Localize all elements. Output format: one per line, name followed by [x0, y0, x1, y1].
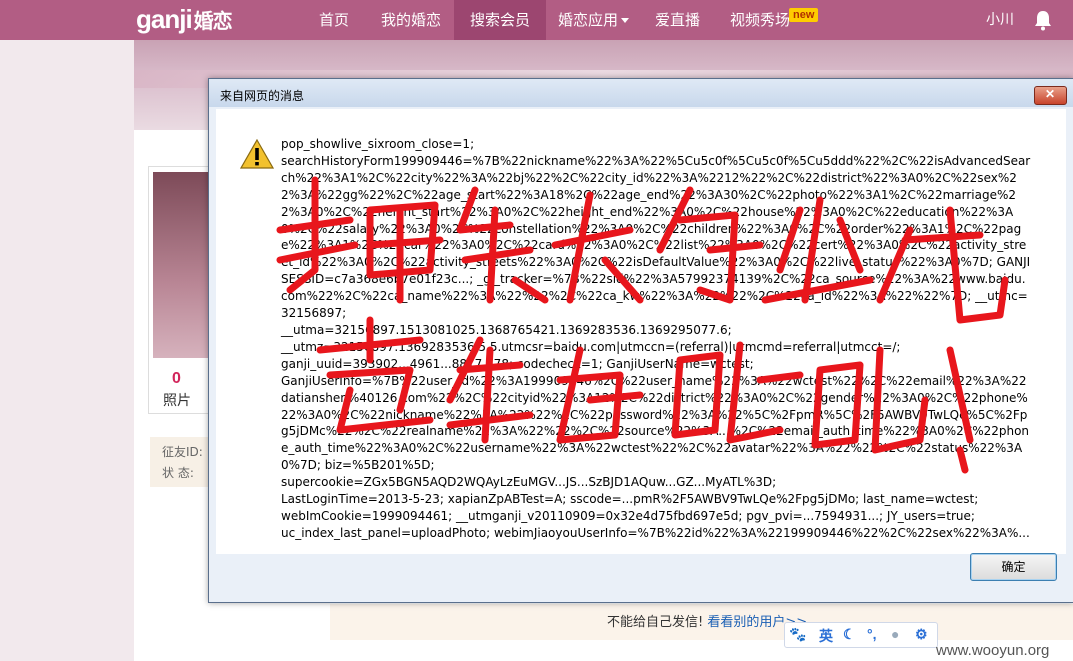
ime-toolbar[interactable]: 🐾 英 ☾ °, ● ⚙ [784, 622, 938, 648]
avatar[interactable] [153, 172, 209, 358]
nav-item-home[interactable]: 首页 [319, 0, 349, 40]
nav-item-my-dating[interactable]: 我的婚恋 [381, 0, 441, 40]
dialog-titlebar[interactable] [209, 79, 1073, 107]
gear-icon[interactable]: ⚙ [915, 626, 928, 643]
nav-item-dating-apps[interactable]: 婚恋应用 [558, 0, 630, 40]
member-id-label: 征友ID: [162, 445, 203, 459]
nav-item-live[interactable]: 爱直播 [655, 0, 700, 40]
user-name[interactable]: 小川 [986, 0, 1014, 40]
warning-icon [240, 139, 274, 169]
photo-count[interactable]: 0 [172, 370, 181, 388]
chevron-down-icon [621, 18, 630, 23]
moon-icon[interactable]: ☾ [843, 626, 856, 643]
bell-icon[interactable] [1033, 9, 1053, 31]
ok-button[interactable]: 确定 [970, 553, 1057, 581]
dialog-title: 来自网页的消息 [220, 89, 305, 103]
nav-item-label: 婚恋应用 [558, 11, 619, 29]
bottom-message: 不能给自己发信! 看看别的用户>> [607, 611, 807, 630]
ime-lang-toggle[interactable]: 英 [819, 626, 833, 646]
nav-item-video-show[interactable]: 视频秀场 [730, 0, 790, 40]
photo-label: 照片 [163, 393, 191, 409]
user-icon[interactable]: ● [891, 626, 899, 642]
close-button[interactable] [1034, 86, 1067, 105]
bottom-message-text: 不能给自己发信! [607, 615, 708, 630]
new-badge: new [789, 8, 819, 22]
watermark: www.wooyun.org [936, 642, 1050, 659]
top-nav: ganji 婚恋 首页 我的婚恋 搜索会员 婚恋应用 爱直播 视频秀场 new 小… [0, 0, 1073, 40]
nav-item-search-members[interactable]: 搜索会员 [454, 0, 547, 40]
site-logo[interactable]: ganji 婚恋 [136, 4, 233, 35]
dialog-message: pop_showlive_sixroom_close=1; searchHist… [281, 137, 1031, 540]
punctuation-icon[interactable]: °, [867, 626, 877, 642]
status-label: 状 态: [162, 466, 194, 480]
paw-icon[interactable]: 🐾 [789, 626, 806, 643]
